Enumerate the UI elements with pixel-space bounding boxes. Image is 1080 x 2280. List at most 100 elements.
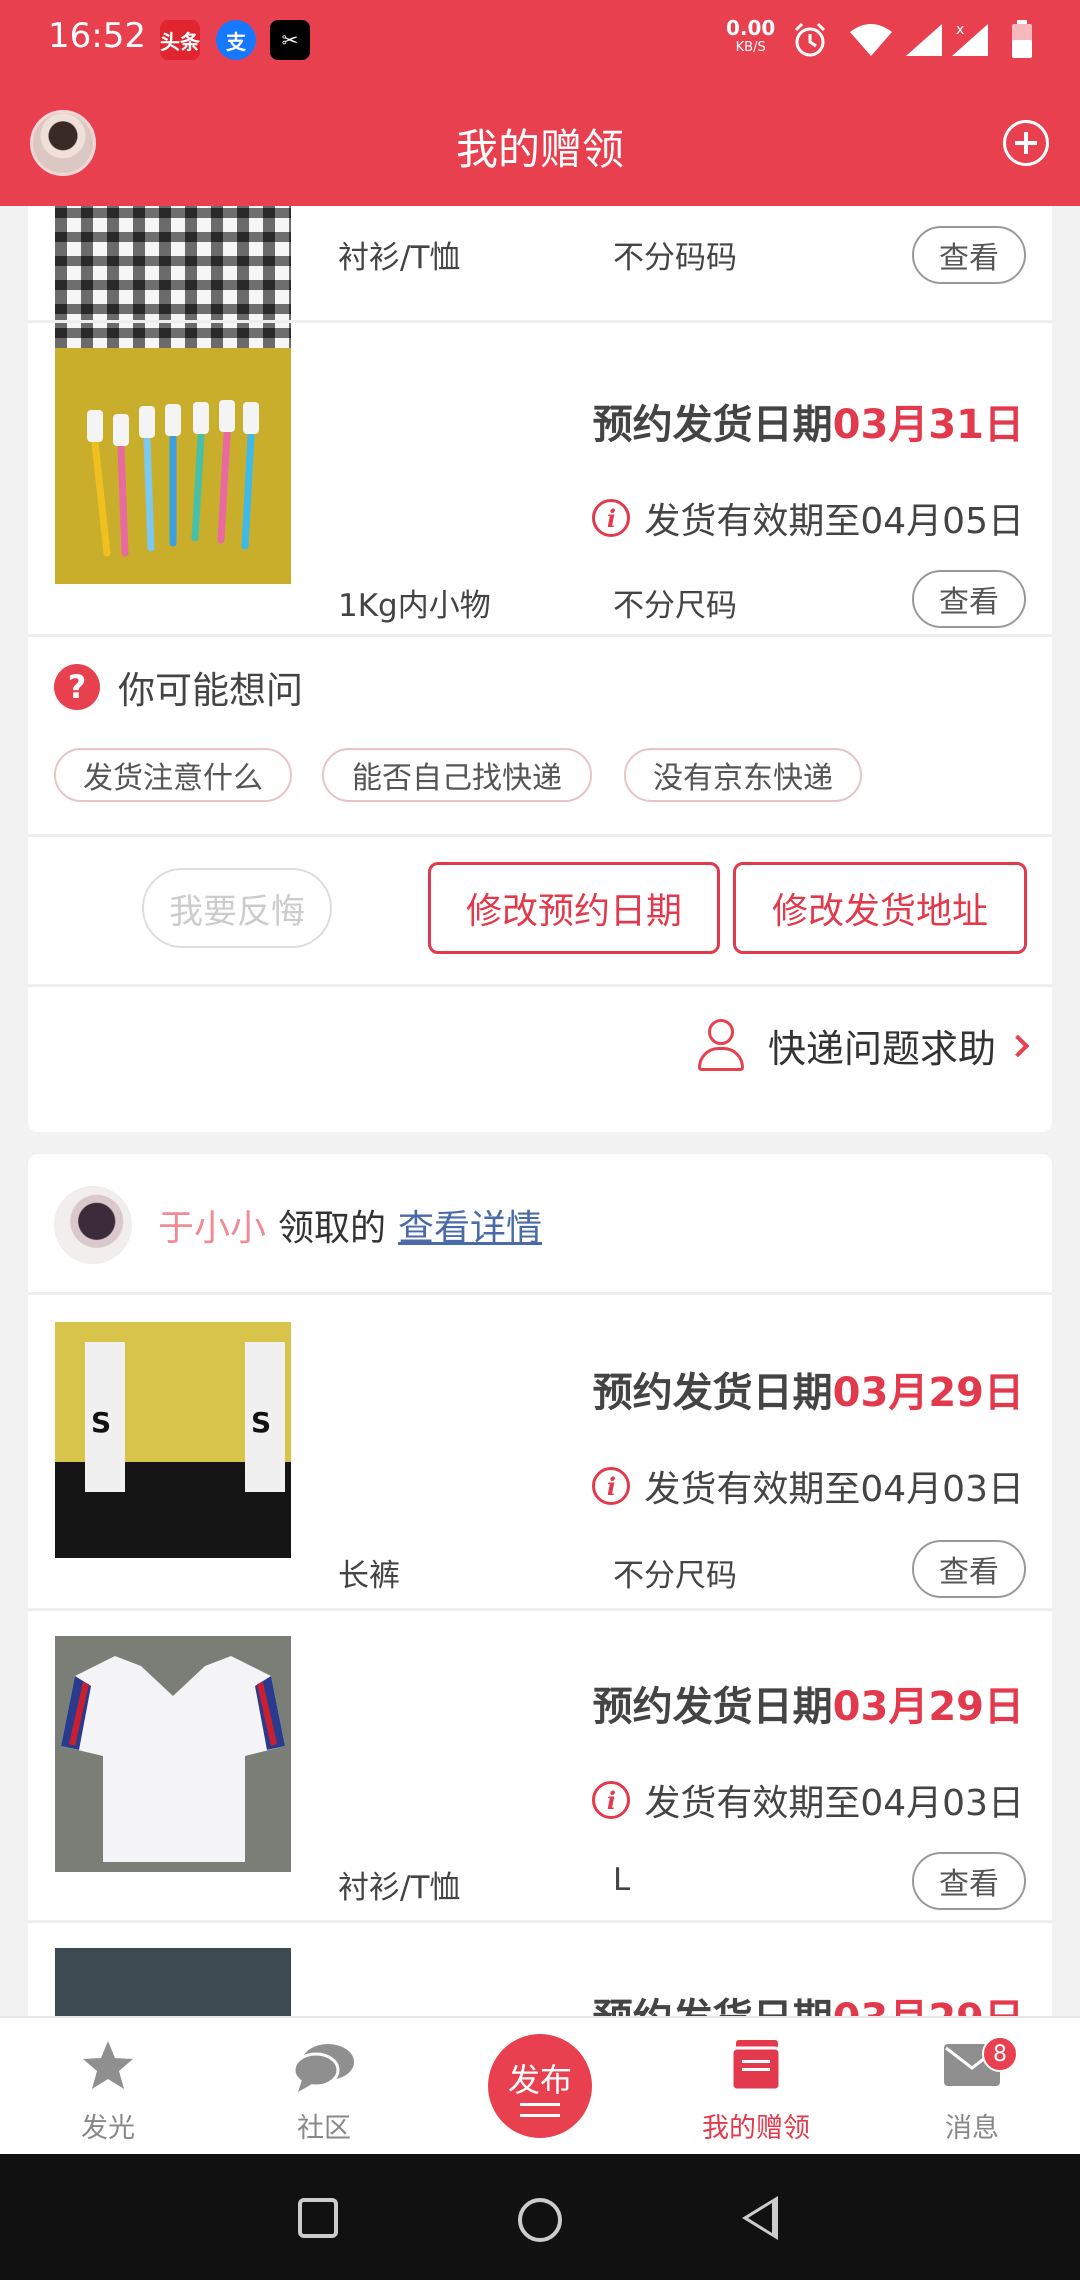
item-category: 1Kg内小物 <box>338 588 491 624</box>
receiver-row: 于小小 领取的 查看详情 <box>54 1186 542 1264</box>
battery-icon <box>1012 20 1032 58</box>
ship-date-label: 预约发货日期 <box>592 402 833 448</box>
system-nav-bar <box>0 2154 1080 2280</box>
publish-icon <box>520 2103 560 2117</box>
network-speed-value: 0.00 <box>726 16 776 40</box>
ship-date-label: 预约发货日期 <box>592 1684 833 1730</box>
svg-text:x: x <box>956 22 964 38</box>
item-category: 长裤 <box>338 1558 400 1594</box>
network-speed-unit: KB/S <box>735 40 766 55</box>
wifi-icon <box>850 24 892 56</box>
view-button[interactable]: 查看 <box>912 1540 1026 1598</box>
order-card-2: 于小小 领取的 查看详情 S S 预约发货日期03月29日 i 发货有效期至04… <box>28 1154 1052 2016</box>
alarm-icon <box>794 22 826 57</box>
item-category: 衬衫/T恤 <box>338 240 461 276</box>
item-photo-shirt[interactable] <box>55 206 291 362</box>
publish-button[interactable]: 发布 <box>488 2034 592 2138</box>
signal-1-icon <box>906 24 942 56</box>
content-scroll[interactable]: 衬衫/T恤 不分码码 查看 预约发货日期03月31日 i 发货有效期至04月05… <box>0 206 1080 2016</box>
page-title: 我的赠领 <box>455 125 624 174</box>
divider <box>28 634 1052 637</box>
status-bar: 16:52 头条 支 ✂ 0.00 KB/S x <box>0 0 1080 80</box>
nav-label: 社区 <box>297 2113 351 2144</box>
ship-date-value: 03月29日 <box>832 1370 1024 1416</box>
status-time: 16:52 <box>48 16 146 56</box>
item-photo-polo-shirt[interactable] <box>55 1636 291 1872</box>
question-icon: ? <box>54 664 100 710</box>
polo-shirt-illustration <box>61 1656 285 1862</box>
valid-period-text: 发货有效期至04月03日 <box>644 1783 1024 1824</box>
nav-item-community[interactable]: 社区 <box>244 2018 404 2156</box>
bottom-nav: 发光 社区 发布 我的赠领 消息 <box>0 2016 1080 2154</box>
ship-date-value: 03月29日 <box>832 1684 1024 1730</box>
nav-item-my-gifts[interactable]: 我的赠领 <box>676 2018 836 2156</box>
add-button[interactable] <box>1003 120 1049 166</box>
view-button[interactable]: 查看 <box>912 226 1026 284</box>
info-icon: i <box>592 1781 631 1819</box>
faq-title: 你可能想问 <box>118 669 303 712</box>
modify-address-button[interactable]: 修改发货地址 <box>733 862 1027 954</box>
valid-period-text: 发货有效期至04月05日 <box>644 501 1024 542</box>
nav-item-messages[interactable]: 消息 <box>892 2018 1052 2156</box>
nav-label: 我的赠领 <box>702 2113 810 2144</box>
pants-illustration: S S <box>55 1342 291 1558</box>
view-button[interactable]: 查看 <box>912 1852 1026 1910</box>
item-photo-toothbrushes[interactable] <box>55 348 291 584</box>
info-icon: i <box>592 499 631 537</box>
item-photo-pants[interactable]: S S <box>55 1322 291 1558</box>
message-badge: 8 <box>982 2036 1018 2072</box>
svg-text:S: S <box>251 1406 271 1439</box>
gift-card-icon <box>730 2040 782 2092</box>
home-button[interactable] <box>518 2198 562 2242</box>
ship-date-label: 预约发货日期 <box>593 1996 833 2016</box>
faq-chip-shipping-notes[interactable]: 发货注意什么 <box>54 748 292 802</box>
valid-period-line: i 发货有效期至04月05日 <box>592 492 1024 544</box>
details-link[interactable]: 查看详情 <box>398 1199 542 1251</box>
courier-help-link[interactable]: 快递问题求助 <box>696 1018 1030 1073</box>
ship-date-line: 预约发货日期03月29日 <box>593 1674 1024 1732</box>
nav-item-shine[interactable]: 发光 <box>28 2018 188 2156</box>
network-speed: 0.00 KB/S <box>726 18 775 58</box>
faq-header: ? 你可能想问 <box>54 660 303 714</box>
receiver-avatar[interactable] <box>54 1186 132 1264</box>
capcut-app-icon: ✂ <box>270 20 310 60</box>
publish-label: 发布 <box>507 2061 572 2099</box>
regret-button[interactable]: 我要反悔 <box>142 868 332 948</box>
view-button[interactable]: 查看 <box>912 570 1026 628</box>
valid-period-line: i 发货有效期至04月03日 <box>592 1774 1024 1826</box>
item-category: 衬衫/T恤 <box>338 1870 461 1906</box>
valid-period-text: 发货有效期至04月03日 <box>644 1469 1024 1510</box>
divider <box>28 320 1052 323</box>
order-card-1: 衬衫/T恤 不分码码 查看 预约发货日期03月31日 i 发货有效期至04月05… <box>28 206 1052 1132</box>
divider <box>28 1608 1052 1611</box>
courier-help-label: 快递问题求助 <box>767 1027 996 1071</box>
signal-2-icon: x <box>952 22 988 56</box>
valid-period-line: i 发货有效期至04月03日 <box>592 1460 1024 1512</box>
item-size: 不分码码 <box>613 240 737 276</box>
chat-icon <box>292 2044 354 2092</box>
back-button[interactable] <box>742 2196 778 2240</box>
faq-chip-own-courier[interactable]: 能否自己找快递 <box>322 748 592 802</box>
receiver-name[interactable]: 于小小 <box>158 1199 266 1251</box>
item-size: 不分尺码 <box>613 588 737 624</box>
ship-date-value: 03月29日 <box>833 1996 1024 2016</box>
toutiao-app-icon: 头条 <box>160 20 200 60</box>
item-size: 不分尺码 <box>613 1558 737 1594</box>
item-photo-partial[interactable] <box>55 1948 291 2016</box>
ship-date-label: 预约发货日期 <box>592 1370 833 1416</box>
top-bar: 16:52 头条 支 ✂ 0.00 KB/S x 我的赠领 <box>0 0 1080 206</box>
ship-date-line: 预约发货日期03月29日 <box>593 1360 1024 1418</box>
recents-button[interactable] <box>298 2198 338 2238</box>
divider <box>28 1292 1052 1295</box>
svg-text:S: S <box>91 1406 111 1439</box>
divider <box>28 834 1052 837</box>
divider <box>28 984 1052 987</box>
nav-label: 发光 <box>81 2113 135 2144</box>
alipay-app-icon: 支 <box>216 20 256 60</box>
modify-date-button[interactable]: 修改预约日期 <box>428 862 720 954</box>
toothbrush-illustration <box>87 400 259 557</box>
ship-date-line: 预约发货日期03月31日 <box>593 392 1024 450</box>
star-icon <box>83 2041 133 2089</box>
faq-chip-no-jd-express[interactable]: 没有京东快递 <box>624 748 862 802</box>
chevron-right-icon <box>1006 1034 1030 1057</box>
